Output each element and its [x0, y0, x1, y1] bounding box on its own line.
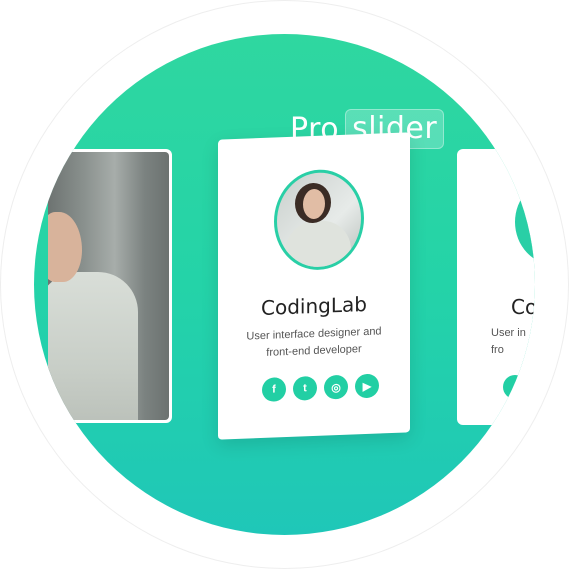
profile-description: User interface designer and front-end de…	[246, 325, 382, 359]
social-links: f t ◎ ▶	[262, 373, 379, 402]
slide-next[interactable]: Co User in fro	[457, 149, 535, 425]
profile-name: Co	[511, 295, 535, 319]
youtube-icon[interactable]: ▶	[355, 373, 379, 399]
slide-previous[interactable]	[48, 149, 172, 423]
facebook-icon[interactable]: f	[262, 377, 286, 402]
instagram-icon[interactable]: ◎	[324, 374, 348, 400]
profile-card[interactable]: CodingLab User interface designer and fr…	[218, 132, 410, 440]
profile-photo	[48, 152, 169, 420]
facebook-icon[interactable]	[503, 375, 527, 399]
avatar	[515, 179, 535, 265]
twitter-icon[interactable]: t	[293, 375, 317, 401]
profile-name: CodingLab	[261, 291, 367, 321]
slider-stage: Pro slider CodingLab User interface desi…	[34, 34, 535, 535]
avatar	[274, 168, 364, 272]
profile-description: User in fro	[491, 327, 526, 356]
